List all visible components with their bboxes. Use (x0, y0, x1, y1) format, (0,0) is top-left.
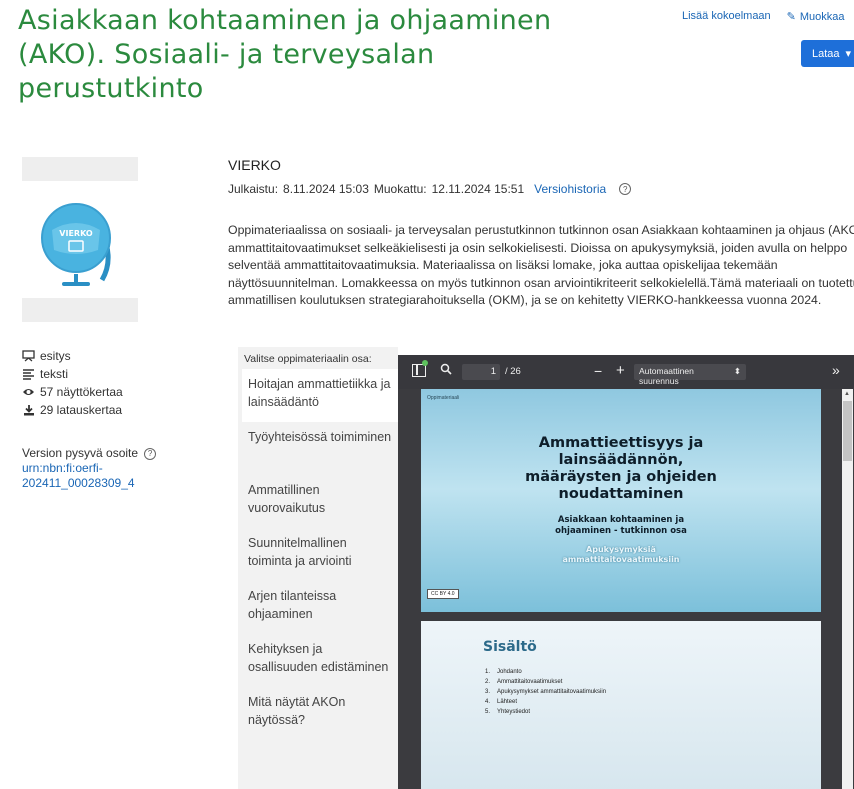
published-label: Julkaistu: (228, 182, 279, 196)
author: VIERKO (228, 157, 281, 173)
help-icon[interactable]: ? (144, 447, 157, 460)
edit-link[interactable]: ✎ Muokkaa (786, 10, 845, 24)
stat-label: teksti (40, 367, 69, 381)
material-part-chooser: Valitse oppimateriaalin osa: Hoitajan am… (238, 347, 398, 789)
scrollbar-thumb[interactable] (843, 401, 852, 461)
help-icon[interactable]: ? (619, 183, 632, 195)
list-item: 4. Lähteet (485, 699, 518, 705)
pdf-page-1: Oppimateriaali Ammattieettisyys ja lains… (421, 389, 821, 612)
pdf-viewer: 1 / 26 − + Automaattinen suurennus ⬍ » Op… (398, 355, 854, 789)
download-icon (22, 404, 35, 416)
page-title: Asiakkaan kohtaaminen ja ohjaaminen (AKO… (18, 5, 552, 104)
chooser-item[interactable]: Arjen tilanteissa ohjaaminen (238, 581, 398, 634)
chooser-item[interactable]: Työyhteisössä toimiminen (238, 422, 398, 475)
list-item: 5. Yhteystiedot (485, 709, 531, 715)
stat-type-text: teksti (22, 365, 123, 383)
zoom-value: Automaattinen suurennus (639, 366, 694, 386)
stat-views: 57 näyttökertaa (22, 383, 123, 401)
chooser-item-active[interactable]: Hoitajan ammattietiikka ja lainsäädäntö (242, 369, 398, 422)
placeholder-bar-bottom (22, 298, 138, 322)
modified-label: Muokattu: (373, 182, 427, 196)
slide-2-title: Sisältö (483, 639, 537, 655)
list-item-text: Lähteet (497, 699, 518, 705)
placeholder-bar-top (22, 157, 138, 181)
slide-subtitle-2: Apukysymyksiä ammattitaitovaatimuksiin (562, 545, 680, 564)
add-to-collection-link[interactable]: Lisää kokoelmaan (682, 10, 771, 23)
zoom-out-button[interactable]: − (594, 363, 602, 379)
modified-date: 12.11.2024 15:51 (431, 182, 525, 196)
zoom-select[interactable]: Automaattinen suurennus ⬍ (634, 364, 746, 386)
published-date: 8.11.2024 15:03 (283, 182, 369, 196)
resource-stats: esitys teksti 57 näyttökertaa 29 latausk… (22, 347, 123, 419)
version-history-link[interactable]: Versiohistoria (534, 182, 606, 196)
description: Oppimateriaalissa on sosiaali- ja tervey… (228, 223, 854, 307)
list-item: 1. Johdanto (485, 669, 522, 675)
tools-more-icon[interactable]: » (832, 362, 840, 378)
list-item-text: Apukysymykset ammattitaitovaatimuksiin (497, 689, 607, 695)
vierko-logo: VIERKO (41, 203, 111, 286)
zoom-in-button[interactable]: + (616, 362, 625, 379)
list-item-text: Johdanto (497, 669, 522, 675)
slide-2-list: 1. Johdanto 2. Ammattitaitovaatimukset 3. A… (485, 667, 606, 717)
list-item-text: Ammattitaitovaatimukset (497, 679, 563, 685)
chooser-header: Valitse oppimateriaalin osa: (244, 353, 372, 365)
stat-label: 29 latauskertaa (40, 403, 123, 417)
chooser-item[interactable]: Ammatillinen vuorovaikutus (238, 475, 398, 528)
pdf-toolbar: 1 / 26 − + Automaattinen suurennus ⬍ » (398, 355, 854, 389)
stat-type-presentation: esitys (22, 347, 123, 365)
slide-label: Oppimateriaali (427, 395, 460, 401)
chevron-updown-icon: ⬍ (733, 366, 741, 376)
scroll-up-icon[interactable]: ▲ (844, 391, 850, 397)
chooser-item[interactable]: Mitä näytät AKOn näytössä? (238, 687, 398, 740)
page-total: / 26 (505, 366, 521, 377)
edit-icon: ✎ (786, 11, 796, 23)
chooser-item[interactable]: Kehityksen ja osallisuuden edistäminen (238, 634, 398, 687)
search-icon[interactable] (440, 363, 452, 378)
top-actions: Lisää kokoelmaan ✎ Muokkaa (682, 10, 845, 23)
publication-dates: Julkaistu: 8.11.2024 15:03 Muokattu: 12.… (228, 182, 632, 196)
download-button[interactable]: Lataa ▾ (801, 40, 854, 67)
pdf-scrollbar[interactable]: ▲ (842, 389, 853, 789)
slide-title: Ammattieettisyys ja lainsäädännön, määrä… (525, 435, 717, 502)
list-item-text: Yhteystiedot (497, 709, 531, 715)
eye-icon (22, 387, 35, 397)
download-button-label: Lataa (812, 47, 840, 60)
logo-text: VIERKO (59, 229, 93, 238)
pdf-page-2: Sisältö 1. Johdanto 2. Ammattitaitovaatimu… (421, 621, 821, 789)
notification-dot (422, 360, 428, 366)
stat-label: 57 näyttökertaa (40, 385, 123, 399)
stat-label: esitys (40, 349, 71, 363)
slide-subtitle: Asiakkaan kohtaaminen ja ohjaaminen - tu… (555, 515, 687, 536)
text-lines-icon (22, 368, 35, 380)
list-item: 2. Ammattitaitovaatimukset (485, 679, 563, 685)
chevron-down-icon: ▾ (845, 48, 852, 60)
chooser-item[interactable]: Suunnitelmallinen toiminta ja arviointi (238, 528, 398, 581)
license-badge: CC BY 4.0 (427, 589, 459, 599)
list-item: 3. Apukysymykset ammattitaitovaatimuksiin (485, 689, 607, 695)
edit-label: Muokkaa (799, 10, 845, 23)
persistent-address: Version pysyvä osoite? urn:nbn:fi:oerfi-… (22, 446, 182, 491)
page-number-input[interactable]: 1 (462, 364, 500, 380)
presentation-icon (22, 350, 35, 362)
stat-downloads: 29 latauskertaa (22, 401, 123, 419)
persistent-address-label: Version pysyvä osoite (22, 446, 139, 460)
persistent-address-link[interactable]: urn:nbn:fi:oerfi-202411_00028309_4 (22, 461, 135, 490)
